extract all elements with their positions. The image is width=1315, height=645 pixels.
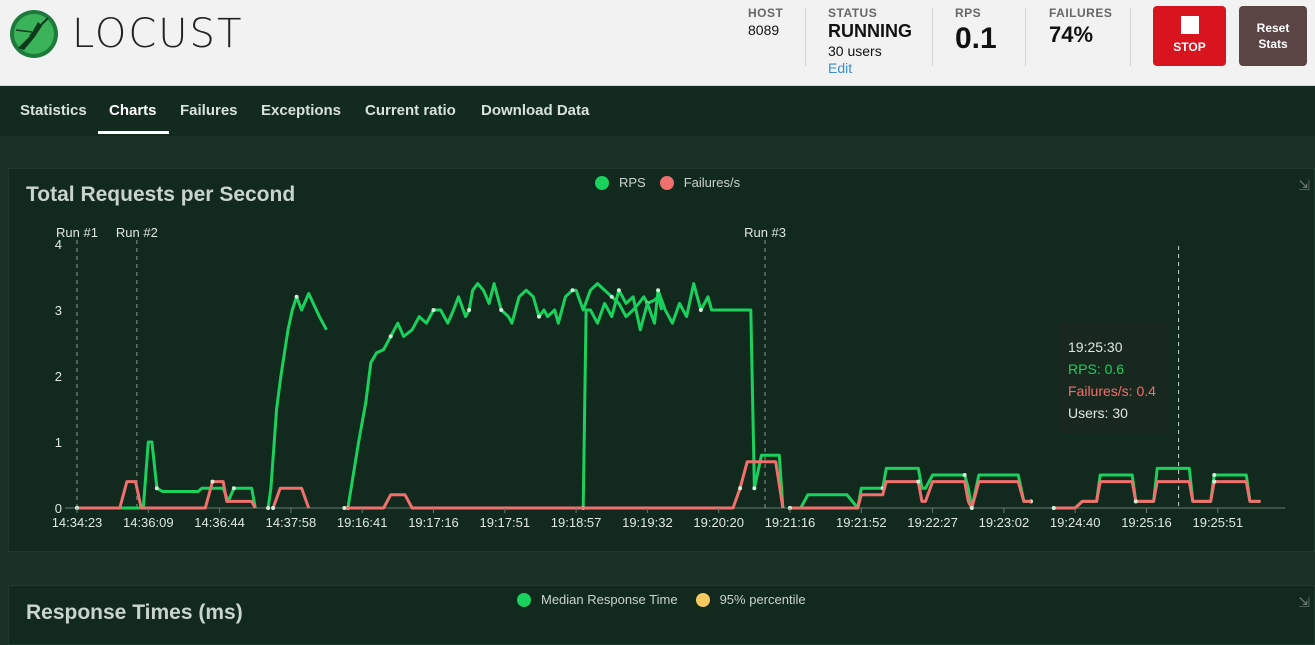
rps-chart-legend: RPS Failures/s (595, 175, 740, 190)
failures-label: FAILURES (1049, 6, 1113, 20)
legend-item-p95[interactable]: 95% percentile (695, 592, 806, 607)
legend-median-label: Median Response Time (541, 592, 678, 607)
stop-square-icon (1180, 16, 1199, 34)
rps-chart-title: Total Requests per Second (26, 183, 296, 206)
download-chart-icon[interactable]: ⇲ (1298, 177, 1310, 194)
header-bar: LOCUST HOST 8089 STATUS RUNNING 30 users… (0, 0, 1315, 86)
chart-tooltip: 19:25:30 RPS: 0.6 Failures/s: 0.4 Users:… (1058, 322, 1170, 434)
tab-download-data[interactable]: Download Data (481, 102, 589, 119)
locust-logo[interactable]: LOCUST (8, 8, 243, 60)
tab-exceptions[interactable]: Exceptions (261, 102, 341, 119)
legend-item-median[interactable]: Median Response Time (517, 592, 678, 607)
legend-p95-label: 95% percentile (719, 592, 806, 607)
host-value: 8089 (748, 22, 780, 38)
stop-button[interactable]: STOP (1153, 6, 1226, 66)
stop-button-label: STOP (1173, 40, 1206, 54)
tooltip-users: Users: 30 (1068, 405, 1128, 421)
tab-current-ratio[interactable]: Current ratio (365, 102, 456, 119)
tooltip-rps: RPS: 0.6 (1068, 361, 1125, 377)
legend-item-failures[interactable]: Failures/s (659, 175, 741, 190)
rps-value: 0.1 (955, 22, 997, 55)
failures-value: 74% (1049, 22, 1094, 47)
legend-item-rps[interactable]: RPS (595, 175, 646, 190)
rps-stat: RPS 0.1 (955, 6, 997, 56)
response-times-legend: Median Response Time 95% percentile (517, 592, 806, 607)
active-tab-indicator (98, 131, 169, 134)
locust-logo-icon (10, 10, 58, 58)
response-times-title: Response Times (ms) (26, 601, 243, 624)
download-chart-icon[interactable]: ⇲ (1298, 594, 1310, 611)
legend-rps-label: RPS (619, 175, 646, 190)
divider (805, 8, 806, 66)
host-label: HOST (748, 6, 784, 20)
status-stat: STATUS RUNNING 30 users Edit (828, 6, 912, 76)
legend-p95-dot (695, 592, 710, 607)
reset-stats-button[interactable]: Reset Stats (1239, 6, 1307, 66)
status-value: RUNNING (828, 21, 912, 41)
tab-statistics[interactable]: Statistics (20, 102, 87, 119)
legend-median-dot (517, 592, 531, 607)
reset-label-line1: Reset (1256, 21, 1290, 35)
tooltip-time: 19:25:30 (1068, 339, 1123, 355)
users-count: 30 users (828, 43, 882, 59)
reset-label-line2: Stats (1258, 37, 1288, 51)
failures-stat: FAILURES 74% (1049, 6, 1112, 48)
host-stat: HOST 8089 (748, 6, 783, 38)
legend-rps-dot (595, 175, 609, 190)
legend-failures-dot (659, 175, 674, 190)
status-label: STATUS (828, 6, 878, 20)
rps-label: RPS (955, 6, 982, 20)
response-times-card: Response Times (ms) Median Response Time… (8, 585, 1315, 645)
tab-charts[interactable]: Charts (109, 102, 157, 119)
divider (932, 8, 933, 66)
divider (1130, 8, 1131, 66)
tooltip-failures: Failures/s: 0.4 (1068, 383, 1156, 399)
tab-bar: Statistics Charts Failures Exceptions Cu… (0, 86, 1315, 136)
divider (1025, 8, 1026, 66)
legend-failures-label: Failures/s (683, 175, 741, 190)
logo-text: LOCUST (72, 11, 244, 57)
tab-failures[interactable]: Failures (180, 102, 238, 119)
edit-link[interactable]: Edit (828, 60, 912, 76)
